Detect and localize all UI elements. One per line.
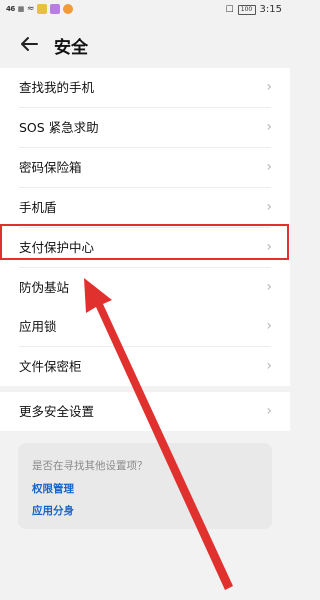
- link-app-twin[interactable]: 应用分身: [32, 503, 74, 518]
- chevron-right-icon: ›: [266, 239, 272, 255]
- list-item-payment-protection[interactable]: 支付保护中心 ›: [0, 228, 290, 267]
- wifi-icon: ≈: [26, 4, 35, 14]
- settings-group-main: 查找我的手机 › SOS 紧急求助 › 密码保险箱 › 手机盾 › 支付保护中心…: [0, 68, 290, 307]
- list-item-find-my-phone[interactable]: 查找我的手机 ›: [0, 68, 290, 107]
- page-title: 安全: [54, 38, 88, 58]
- list-item-phone-shield[interactable]: 手机盾 ›: [0, 188, 290, 227]
- back-arrow-icon[interactable]: [18, 33, 40, 55]
- settings-group-more: 更多安全设置 ›: [0, 392, 290, 431]
- chevron-right-icon: ›: [266, 358, 272, 374]
- battery-icon: 100: [237, 4, 256, 15]
- list-item-label: 文件保密柜: [19, 359, 82, 374]
- header: 安全: [0, 22, 290, 68]
- list-item-label: 更多安全设置: [19, 404, 95, 419]
- app-notification-icon: [63, 4, 74, 14]
- list-item-label: 手机盾: [19, 200, 57, 215]
- suggestion-box: 是否在寻找其他设置项？ 权限管理 应用分身: [18, 443, 272, 529]
- clock: 3:15: [259, 4, 282, 15]
- status-bar: 46 ▦ ≈ ☐ 100 3:15: [0, 0, 290, 20]
- signal-text: 46: [6, 4, 15, 13]
- list-item-label: 防伪基站: [19, 280, 70, 295]
- app-notification-icon: [37, 4, 48, 14]
- suggestion-title: 是否在寻找其他设置项？: [32, 460, 148, 472]
- chevron-right-icon: ›: [266, 159, 272, 175]
- list-item-label: 支付保护中心: [19, 240, 95, 255]
- chevron-right-icon: ›: [266, 119, 272, 135]
- list-item-file-safe[interactable]: 文件保密柜 ›: [0, 347, 290, 386]
- battery-level: 100: [240, 5, 253, 13]
- list-item-fake-base-station[interactable]: 防伪基站 ›: [0, 268, 290, 307]
- chevron-right-icon: ›: [266, 318, 272, 334]
- link-permission-management[interactable]: 权限管理: [32, 481, 74, 496]
- vibrate-icon: ☐: [225, 4, 234, 15]
- signal-icon: 46: [6, 4, 15, 13]
- list-item-label: SOS 紧急求助: [19, 120, 99, 135]
- chevron-right-icon: ›: [266, 79, 272, 95]
- list-item-label: 应用锁: [19, 319, 57, 334]
- list-item-password-vault[interactable]: 密码保险箱 ›: [0, 148, 290, 187]
- list-item-sos[interactable]: SOS 紧急求助 ›: [0, 108, 290, 147]
- list-item-label: 查找我的手机: [19, 80, 95, 95]
- chevron-right-icon: ›: [266, 279, 272, 295]
- list-item-more-security[interactable]: 更多安全设置 ›: [0, 392, 290, 431]
- app-notification-icon: [50, 4, 61, 14]
- list-item-app-lock[interactable]: 应用锁 ›: [0, 307, 290, 346]
- settings-group-locks: 应用锁 › 文件保密柜 ›: [0, 307, 290, 386]
- signal-icon-2: ▦: [17, 4, 25, 13]
- list-item-label: 密码保险箱: [19, 160, 82, 175]
- chevron-right-icon: ›: [266, 199, 272, 215]
- chevron-right-icon: ›: [266, 403, 272, 419]
